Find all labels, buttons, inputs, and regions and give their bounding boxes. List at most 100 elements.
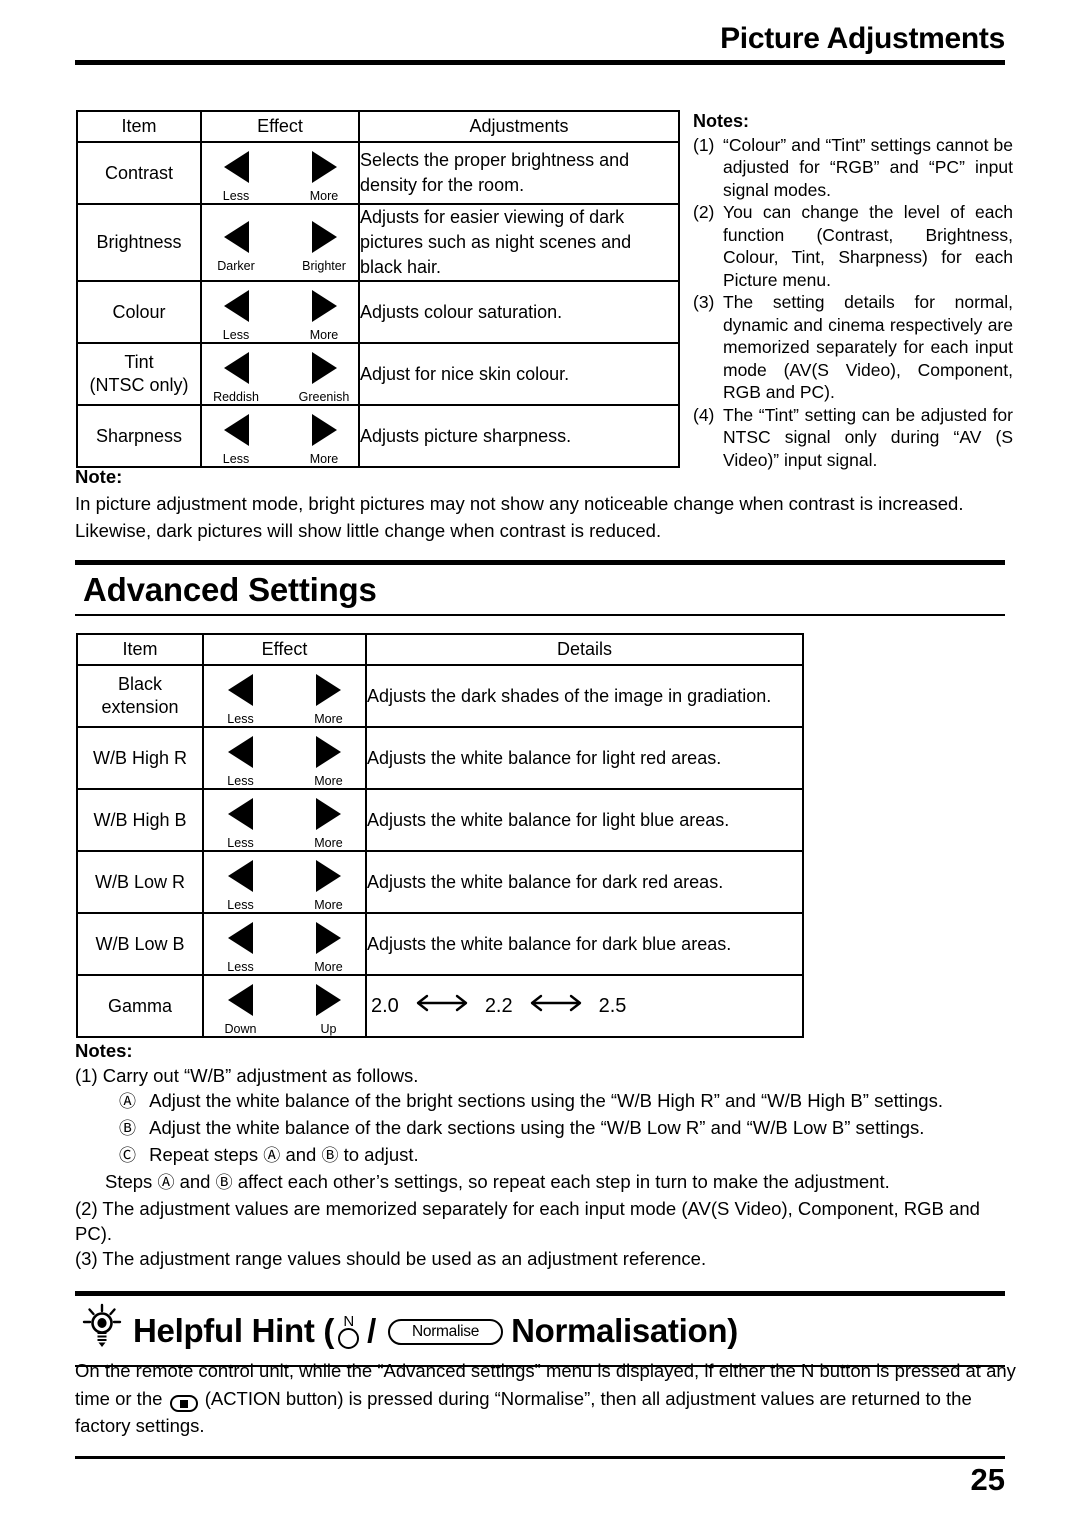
row-item-label: W/B High R [76,726,204,790]
row-details: Adjusts colour saturation. [358,280,680,344]
steps-ref-a: Ⓐ [157,1173,175,1193]
decrease-control[interactable]: Less [205,414,267,466]
decrease-control[interactable]: Less [205,151,267,203]
row-effect: Less More [200,280,360,344]
column-header-1: Item [76,110,202,143]
right-arrow-label: Up [320,1022,337,1036]
row-item-label: Tint (NTSC only) [76,342,202,406]
increase-control[interactable]: Greenish [293,352,355,404]
row-details: Adjusts the white balance for dark red a… [365,850,804,914]
picture-adjustments-table: Item Effect Adjustments Contrast Less More Sel… [76,110,680,468]
left-arrow-icon [228,860,253,892]
table-row: Sharpness Less More Adjusts picture sharpne… [76,404,680,468]
n-button-icon[interactable]: N [338,1313,360,1349]
decrease-control[interactable]: Down [210,984,272,1036]
row-details: Adjust for nice skin colour. [358,342,680,406]
row-item-label: Contrast [76,141,202,205]
increase-control[interactable]: Up [298,984,360,1036]
decrease-control[interactable]: Reddish [205,352,267,404]
increase-control[interactable]: Brighter [293,220,355,273]
left-arrow-icon [223,414,249,446]
normalise-button[interactable]: Normalise [387,1319,504,1345]
advanced-settings-section: Advanced Settings [75,556,1005,616]
effect-arrows: Less More [202,282,358,342]
row-details: Adjusts picture sharpness. [358,404,680,468]
advanced-note-3: (3) The adjustment range values should b… [75,1248,707,1269]
decrease-control[interactable]: Less [205,290,267,342]
increase-control[interactable]: More [298,798,360,850]
note-number: (4) [693,404,715,425]
table-row: Colour Less More Adjusts colour saturation. [76,280,680,344]
right-arrow-icon [311,220,337,253]
hint-title: Helpful Hint ( N / Normalise Normalisati… [75,1296,1005,1365]
left-arrow-icon [223,290,249,322]
increase-control[interactable]: More [298,736,360,788]
right-arrow-icon [316,860,341,892]
increase-control[interactable]: More [298,674,360,726]
increase-control[interactable]: More [298,922,360,974]
row-effect: Reddish Greenish [200,342,360,406]
note-item: (2) You can change the level of each func… [693,201,1013,291]
page-title: Picture Adjustments [720,22,1005,55]
hint-slash: / [367,1312,376,1349]
advanced-note-step-a: Ⓐ Adjust the white balance of the bright… [75,1088,1020,1115]
increase-control[interactable]: More [293,414,355,466]
decrease-control[interactable]: Darker [205,220,267,273]
decrease-control[interactable]: Less [210,674,272,726]
left-arrow-label: Down [224,1022,257,1036]
decrease-control[interactable]: Less [210,860,272,912]
left-arrow-icon [228,736,253,768]
decrease-control[interactable]: Less [210,798,272,850]
increase-control[interactable]: More [298,860,360,912]
effect-arrows: Less More [204,728,365,788]
left-arrow-icon [223,151,249,183]
left-arrow-label: Less [227,960,254,974]
row-details: Adjusts the dark shades of the image in … [365,664,804,728]
gamma-arrow-1 [413,994,471,1019]
advanced-note-step-c: Ⓒ Repeat steps Ⓐ and Ⓑ to adjust. [75,1142,1020,1169]
left-arrow-label: Reddish [213,390,259,404]
note-text: The “Tint” setting can be adjusted for N… [723,404,1013,470]
table-row: Black extension Less More Adjusts the dark s… [76,664,804,728]
steps-ref-b: Ⓑ [215,1173,233,1193]
row-effect: Down Up [202,974,367,1038]
effect-arrows: Less More [204,666,365,726]
decrease-control[interactable]: Less [210,922,272,974]
left-arrow-icon [228,922,253,954]
decrease-control[interactable]: Less [210,736,272,788]
left-arrow-icon [228,984,253,1016]
row-details: Adjusts the white balance for light blue… [365,788,804,852]
picture-note-block: Note: In picture adjustment mode, bright… [75,463,1020,544]
effect-arrows: Down Up [204,976,365,1036]
increase-control[interactable]: More [293,151,355,203]
row-details: Selects the proper brightness and densit… [358,141,680,205]
right-arrow-label: More [314,960,343,974]
column-header-2: Effect [200,110,360,143]
table-row: Brightness Darker Brighter Adjusts for easi… [76,203,680,282]
helpful-hint-section: Helpful Hint ( N / Normalise Normalisati… [75,1287,1005,1367]
table-header-row: Item Effect Details [76,633,804,666]
note-item: (4) The “Tint” setting can be adjusted fo… [693,404,1013,472]
n-button-label: N [343,1313,354,1330]
right-arrow-label: More [314,774,343,788]
effect-arrows: Reddish Greenish [202,344,358,404]
right-arrow-icon [311,151,337,183]
advanced-notes: Notes: (1) Carry out “W/B” adjustment as… [75,1038,1020,1271]
row-item-label: Colour [76,280,202,344]
step-c-ref-a: Ⓐ [263,1146,281,1166]
row-details: Adjusts the white balance for light red … [365,726,804,790]
table-header-row: Item Effect Adjustments [76,110,680,143]
gamma-value-1: 2.0 [371,994,399,1017]
right-arrow-icon [316,674,341,706]
note-text: “Colour” and “Tint” settings cannot be a… [723,134,1013,200]
right-arrow-label: More [314,712,343,726]
gamma-arrow-2 [527,994,585,1019]
left-arrow-label: Less [227,712,254,726]
row-item-label: Black extension [76,664,204,728]
hint-body-part2: (ACTION button) is pressed during “Norma… [75,1387,972,1437]
increase-control[interactable]: More [293,290,355,342]
table-row: W/B High B Less More Adjusts the white bala… [76,788,804,852]
column-header-1: Item [76,633,204,666]
row-effect: Less More [202,912,367,976]
effect-arrows: Less More [204,914,365,974]
